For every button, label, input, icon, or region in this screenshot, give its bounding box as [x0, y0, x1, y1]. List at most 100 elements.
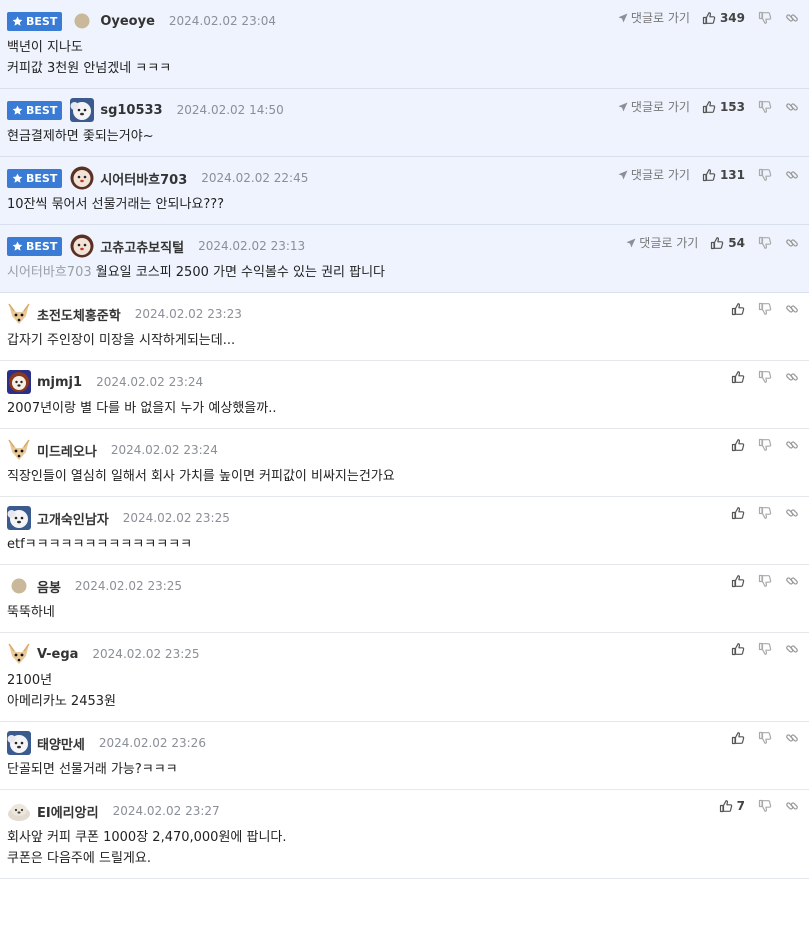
go-to-reply-link[interactable]: 댓글로 가기 — [618, 166, 690, 183]
thumbs-up-icon — [731, 303, 745, 316]
copy-link-button[interactable] — [785, 302, 799, 316]
comment-date: 2024.02.02 23:25 — [122, 511, 230, 525]
comment-body: 10잔씩 묶어서 선물거래는 안되나요??? — [7, 189, 801, 224]
dislike-button[interactable] — [758, 574, 772, 588]
comment-date: 2024.02.02 23:25 — [74, 579, 183, 593]
copy-link-button[interactable] — [785, 574, 799, 588]
like-button[interactable]: 153 — [702, 100, 745, 114]
like-button[interactable] — [731, 370, 745, 384]
send-icon — [626, 238, 636, 247]
comment-text-line: 현금결제하면 좇되는거야~ — [7, 129, 154, 144]
like-button[interactable]: 349 — [702, 11, 745, 25]
copy-link-button[interactable] — [785, 100, 799, 114]
copy-link-button[interactable] — [785, 168, 799, 182]
thumbs-down-icon — [758, 168, 772, 181]
comment-date: 2024.02.02 23:23 — [134, 307, 242, 321]
dislike-button[interactable] — [758, 100, 772, 114]
dislike-button[interactable] — [758, 506, 772, 520]
dislike-button[interactable] — [758, 799, 772, 813]
copy-link-button[interactable] — [785, 11, 799, 25]
comment-actions: 댓글로 가기 153 — [618, 98, 799, 115]
comment-author[interactable]: mjmj1 — [37, 375, 82, 390]
fox-avatar[interactable] — [7, 302, 31, 326]
thumbs-down-icon — [758, 642, 772, 655]
go-to-reply-label: 댓글로 가기 — [639, 236, 699, 250]
copy-link-button[interactable] — [785, 370, 799, 384]
comment-actions — [731, 731, 799, 745]
lion-avatar[interactable] — [7, 370, 31, 394]
like-button[interactable] — [731, 731, 745, 745]
link-icon — [786, 577, 798, 585]
copy-link-button[interactable] — [785, 236, 799, 250]
comment-author[interactable]: 미드레오나 — [37, 441, 97, 460]
comment-author[interactable]: 시어터바흐703 — [100, 169, 187, 188]
like-button[interactable] — [731, 302, 745, 316]
dislike-button[interactable] — [758, 236, 772, 250]
comment-author[interactable]: Oyeoye — [100, 14, 155, 29]
dislike-button[interactable] — [758, 302, 772, 316]
comment-author[interactable]: 음봉 — [37, 577, 61, 596]
like-button[interactable]: 54 — [710, 236, 745, 250]
comment-date: 2024.02.02 23:26 — [98, 736, 206, 750]
star-icon — [12, 105, 23, 115]
go-to-reply-link[interactable]: 댓글로 가기 — [626, 234, 698, 251]
copy-link-button[interactable] — [785, 506, 799, 520]
seal-avatar[interactable] — [7, 799, 31, 823]
comment-header: 초전도체홍준학 2024.02.02 23:23 — [7, 303, 801, 325]
like-button[interactable]: 7 — [719, 799, 745, 813]
dislike-button[interactable] — [758, 642, 772, 656]
link-icon — [786, 13, 798, 22]
copy-link-button[interactable] — [785, 799, 799, 813]
comment-actions: 댓글로 가기 131 — [618, 166, 799, 183]
send-icon — [618, 102, 628, 111]
thumbs-down-icon — [758, 506, 772, 519]
dot-icon[interactable] — [7, 574, 31, 598]
comment-header: 음봉 2024.02.02 23:25 — [7, 575, 801, 597]
dislike-button[interactable] — [758, 370, 772, 384]
fluffy-dog-avatar[interactable] — [70, 234, 94, 258]
link-icon — [786, 802, 798, 810]
comment-text-line: 뚝뚝하네 — [7, 605, 55, 620]
like-button[interactable] — [731, 574, 745, 588]
thumbs-up-icon — [731, 371, 745, 384]
copy-link-button[interactable] — [785, 731, 799, 745]
dot-icon[interactable] — [70, 9, 94, 33]
like-count: 54 — [728, 235, 745, 250]
comment-author[interactable]: 초전도체홍준학 — [37, 305, 121, 324]
comment-author[interactable]: 고개숙인남자 — [37, 509, 109, 528]
like-button[interactable] — [731, 506, 745, 520]
comment-item: EI에리앙리 2024.02.02 23:27 7 회사앞 커피 쿠폰 1000장 2… — [0, 790, 809, 879]
like-button[interactable] — [731, 438, 745, 452]
comment-text-line: 10잔씩 묶어서 선물거래는 안되나요??? — [7, 197, 225, 212]
thumbs-down-icon — [758, 302, 772, 315]
white-dog-avatar[interactable] — [7, 506, 31, 530]
white-dog-avatar[interactable] — [7, 731, 31, 755]
like-button[interactable]: 131 — [702, 168, 745, 182]
comment-author[interactable]: 고츄고츄보직털 — [100, 237, 184, 256]
dislike-button[interactable] — [758, 168, 772, 182]
dislike-button[interactable] — [758, 11, 772, 25]
go-to-reply-link[interactable]: 댓글로 가기 — [618, 9, 690, 26]
thumbs-down-icon — [758, 799, 772, 812]
go-to-reply-link[interactable]: 댓글로 가기 — [618, 98, 690, 115]
comment-item: BEST sg10533 2024.02.02 14:50 댓글로 가기 153 현금결제… — [0, 89, 809, 157]
white-dog-avatar[interactable] — [70, 98, 95, 122]
fluffy-dog-avatar[interactable] — [70, 166, 94, 190]
comment-body: 2100년 아메리카노 2453원 — [7, 665, 801, 721]
copy-link-button[interactable] — [785, 642, 799, 656]
comment-author[interactable]: 태양만세 — [37, 734, 85, 753]
comment-author[interactable]: EI에리앙리 — [37, 802, 99, 821]
mention-user[interactable]: 시어터바흐703 — [7, 265, 92, 280]
comment-item: 초전도체홍준학 2024.02.02 23:23 갑자기 주인장이 미장을 시작하게… — [0, 293, 809, 361]
fox-avatar[interactable] — [7, 642, 31, 666]
copy-link-button[interactable] — [785, 438, 799, 452]
comment-author[interactable]: V-ega — [37, 647, 78, 662]
comment-author[interactable]: sg10533 — [100, 103, 162, 118]
comment-date: 2024.02.02 23:24 — [96, 375, 204, 389]
comment-actions: 댓글로 가기 349 — [618, 9, 799, 26]
comment-header: 미드레오나 2024.02.02 23:24 — [7, 439, 801, 461]
fox-avatar[interactable] — [7, 438, 31, 462]
like-button[interactable] — [731, 642, 745, 656]
dislike-button[interactable] — [758, 731, 772, 745]
dislike-button[interactable] — [758, 438, 772, 452]
